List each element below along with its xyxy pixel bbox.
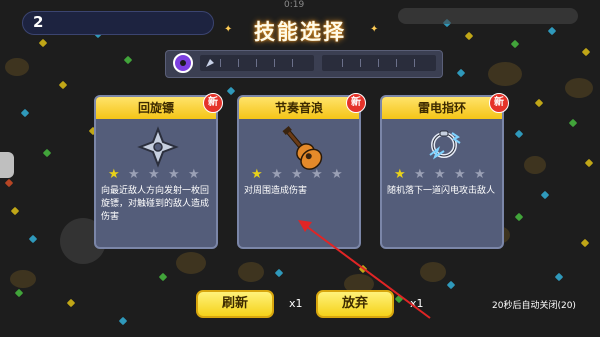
pointer-arrow <box>298 220 431 319</box>
